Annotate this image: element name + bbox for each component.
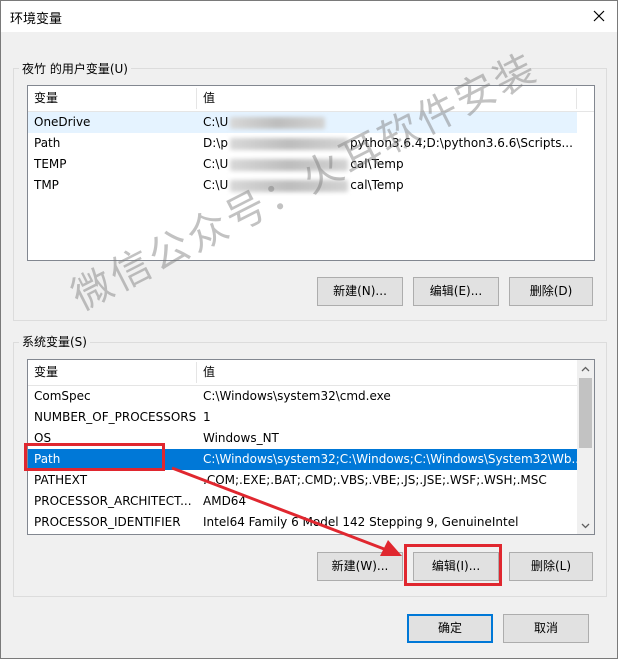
annotation-arrow xyxy=(171,466,402,556)
